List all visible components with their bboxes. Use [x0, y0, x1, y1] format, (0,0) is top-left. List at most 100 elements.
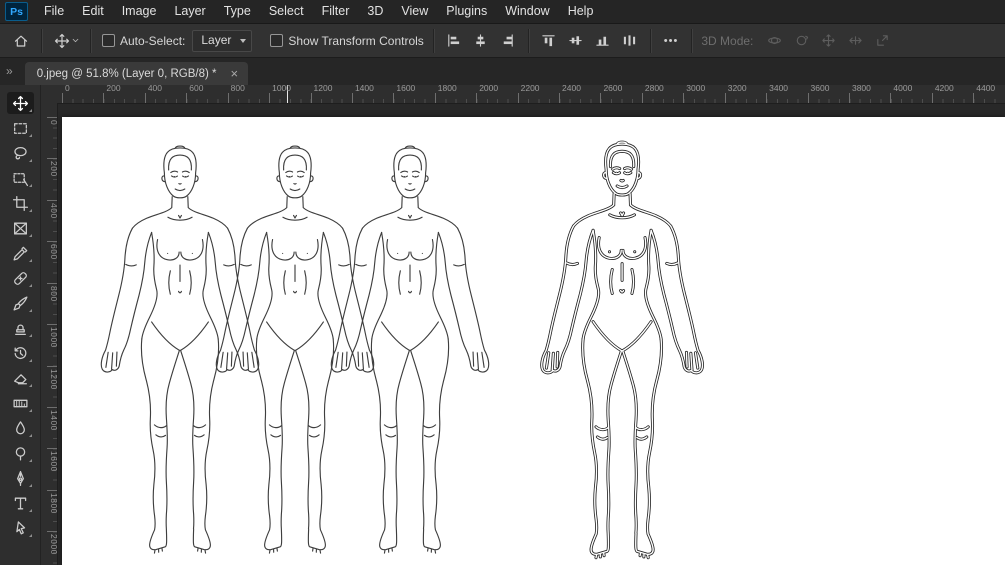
rectangular-marquee-tool[interactable] [7, 117, 34, 139]
align-top-icon[interactable] [538, 30, 560, 52]
tool-preset-chevron-down-icon[interactable] [70, 35, 81, 46]
dropdown-chevron-icon [240, 38, 247, 46]
ruler-tick-h-1400: 1400 [351, 85, 374, 103]
distribute-horizontal-icon[interactable] [619, 30, 641, 52]
ruler-tick-v-1000: 1000 [47, 324, 57, 348]
pan-3d-icon[interactable] [817, 30, 839, 52]
menu-item-window[interactable]: Window [496, 0, 558, 23]
ruler-tick-h-1200: 1200 [310, 85, 332, 103]
home-icon[interactable] [10, 30, 32, 52]
dodge-tool[interactable] [7, 442, 34, 464]
distribute-icons-group [538, 30, 641, 52]
document-tab[interactable]: 0.jpeg @ 51.8% (Layer 0, RGB/8) * × [24, 62, 249, 85]
3d-mode-icons-group [763, 30, 893, 52]
align-center-horizontal-icon[interactable] [470, 30, 492, 52]
align-right-icon[interactable] [497, 30, 519, 52]
ruler-tick-h-2000: 2000 [476, 85, 498, 103]
figure-2 [215, 145, 375, 554]
menu-item-select[interactable]: Select [260, 0, 313, 23]
document-tab-bar: » 0.jpeg @ 51.8% (Layer 0, RGB/8) * × [0, 58, 1005, 85]
tab-close-icon[interactable]: × [230, 67, 238, 80]
align-icons-group [443, 30, 519, 52]
canvas-pasteboard [57, 103, 1005, 565]
vertical-ruler[interactable]: 0200400600800100012001400160018002000220… [40, 103, 58, 565]
ruler-tick-h-3200: 3200 [724, 85, 747, 103]
3d-mode-label: 3D Mode: [701, 33, 754, 48]
object-selection-tool[interactable] [7, 167, 34, 189]
document-canvas[interactable] [62, 117, 1005, 565]
horizontal-ruler[interactable]: 0 200 400 600 800 1000 1200 1400 1600 1800 2000 220… [40, 85, 1005, 104]
align-bottom-icon[interactable] [592, 30, 614, 52]
scale-3d-icon[interactable] [871, 30, 893, 52]
photoshop-logo-icon[interactable]: Ps [5, 2, 28, 21]
frame-tool[interactable] [7, 217, 34, 239]
options-bar: Auto-Select: Layer Show Transform Contro… [0, 24, 1005, 58]
brush-tool[interactable] [7, 292, 34, 314]
ruler-tick-h-600: 600 [186, 85, 203, 103]
auto-select-checkbox[interactable] [102, 34, 115, 47]
ruler-tick-h-3600: 3600 [807, 85, 829, 103]
auto-select-label: Auto-Select: [120, 33, 186, 48]
ruler-tick-h-2400: 2400 [559, 85, 581, 103]
ruler-tick-v-0: 0 [47, 117, 57, 125]
ruler-tick-h-400: 400 [144, 85, 162, 103]
eraser-tool[interactable] [7, 367, 34, 389]
path-selection-tool[interactable] [7, 517, 34, 539]
separator [90, 28, 91, 53]
canvas-artwork [100, 140, 704, 560]
show-transform-checkbox[interactable] [270, 34, 284, 47]
show-transform-label: Show Transform Controls [288, 33, 424, 48]
separator [691, 28, 693, 53]
auto-select-value: Layer [201, 32, 232, 47]
ruler-tick-h-800: 800 [227, 85, 245, 103]
pen-tool[interactable] [7, 467, 34, 489]
crop-tool[interactable] [7, 192, 34, 214]
slide-3d-icon[interactable] [844, 30, 866, 52]
menu-item-image[interactable]: Image [113, 0, 166, 23]
ruler-tick-h-1600: 1600 [393, 85, 415, 103]
menu-item-file[interactable]: File [35, 0, 73, 23]
auto-select-target-dropdown[interactable]: Layer [192, 29, 253, 52]
menu-item-3d[interactable]: 3D [358, 0, 392, 23]
document-tab-title: 0.jpeg @ 51.8% (Layer 0, RGB/8) * [36, 67, 217, 80]
align-middle-vertical-icon[interactable] [565, 30, 587, 52]
separator [41, 28, 42, 53]
figure-3 [330, 145, 490, 554]
spot-healing-brush-tool[interactable] [7, 267, 34, 289]
ruler-tick-v-400: 400 [47, 199, 57, 219]
move-tool[interactable] [6, 92, 34, 114]
menu-item-layer[interactable]: Layer [165, 0, 214, 23]
orbit-3d-icon[interactable] [763, 30, 785, 52]
ruler-tick-h-0: 0 [62, 85, 70, 103]
roll-3d-icon[interactable] [790, 30, 812, 52]
ruler-tick-h-3000: 3000 [683, 85, 705, 103]
menu-item-edit[interactable]: Edit [73, 0, 113, 23]
separator [527, 28, 529, 53]
lasso-tool[interactable] [7, 142, 34, 164]
ruler-tick-v-1800: 1800 [47, 489, 57, 514]
menu-item-type[interactable]: Type [215, 0, 260, 23]
panel-overflow-icon[interactable]: » [6, 64, 13, 78]
tools-panel [0, 85, 41, 565]
eyedropper-tool[interactable] [7, 242, 34, 264]
ruler-tick-v-800: 800 [47, 282, 57, 301]
clone-stamp-tool[interactable] [7, 317, 34, 339]
history-brush-tool[interactable] [7, 342, 34, 364]
more-options-button[interactable]: ••• [660, 35, 683, 47]
ruler-tick-h-2600: 2600 [600, 85, 622, 103]
menu-item-help[interactable]: Help [559, 0, 603, 23]
ruler-tick-v-1200: 1200 [47, 365, 57, 389]
separator [649, 28, 651, 53]
ruler-tick-v-2000: 2000 [47, 531, 57, 555]
menu-item-view[interactable]: View [392, 0, 437, 23]
figure-1 [100, 145, 260, 554]
menu-item-filter[interactable]: Filter [313, 0, 359, 23]
ruler-tick-h-4000: 4000 [890, 85, 912, 103]
menu-item-plugins[interactable]: Plugins [437, 0, 496, 23]
ruler-tick-h-4400: 4400 [973, 85, 995, 103]
ruler-tick-h-4200: 4200 [931, 85, 954, 103]
type-tool[interactable] [7, 492, 34, 514]
gradient-tool[interactable] [7, 392, 34, 414]
align-left-icon[interactable] [443, 30, 465, 52]
blur-tool[interactable] [7, 417, 34, 439]
